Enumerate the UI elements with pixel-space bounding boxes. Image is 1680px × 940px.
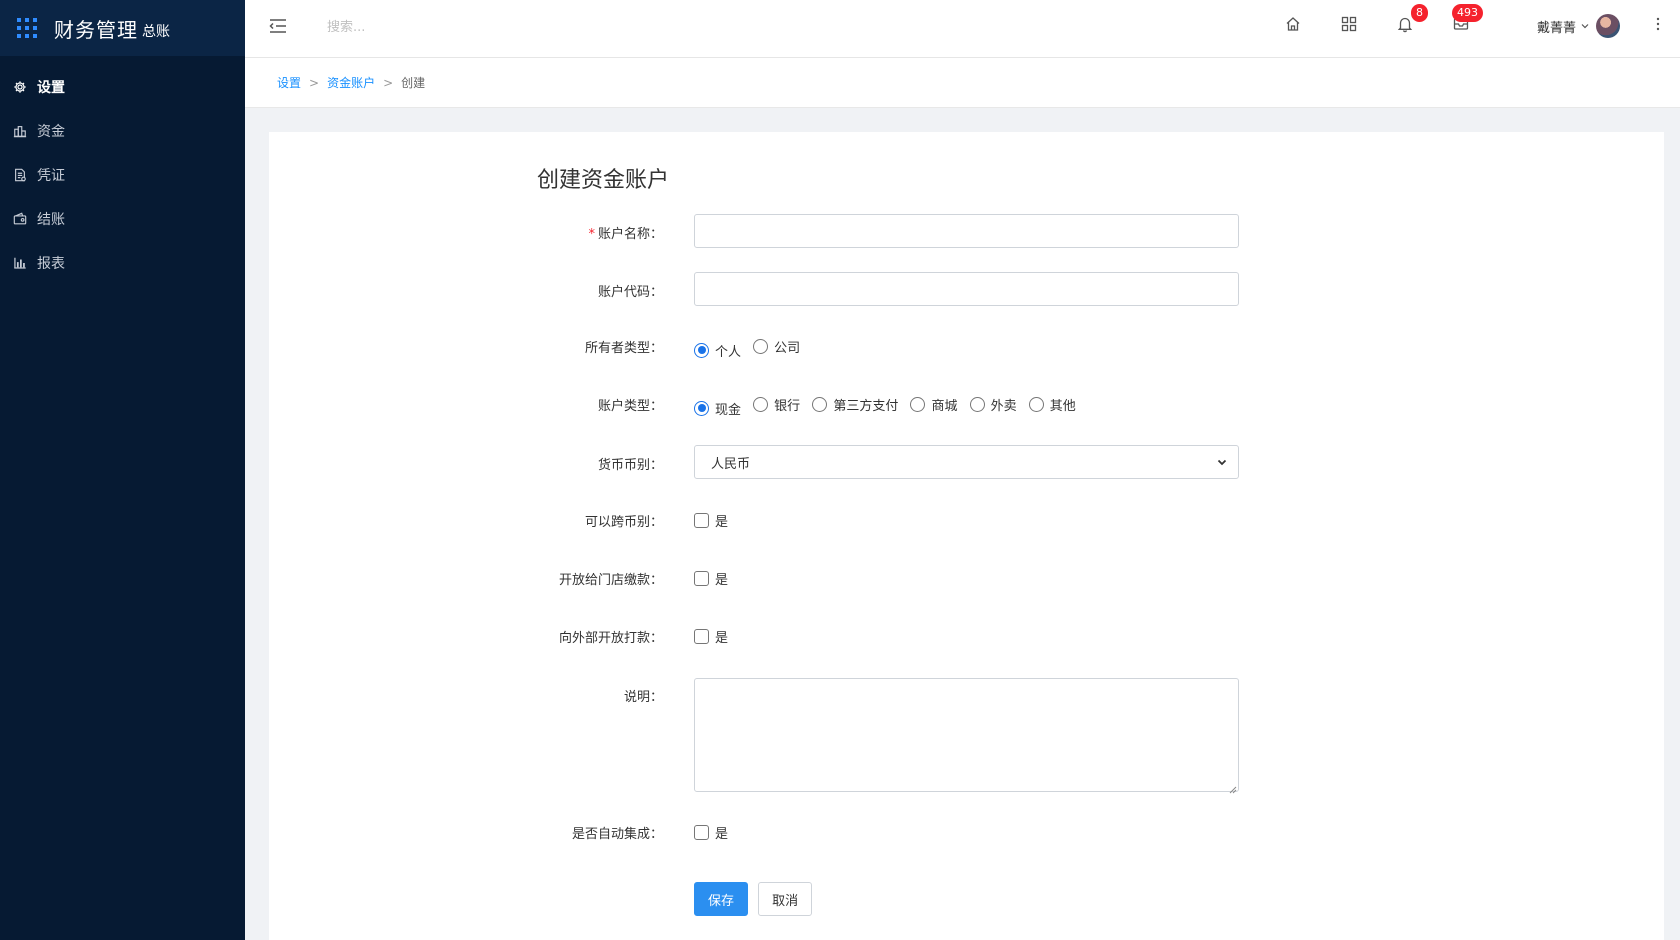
owner-type-label: 所有者类型：	[584, 341, 663, 356]
account-type-bank[interactable]: 银行	[753, 395, 800, 414]
topbar: 8 493 戴菁菁	[245, 0, 1680, 58]
account-type-radio-group: 现金 银行 第三方支付 商城 外卖 其他	[694, 395, 1084, 418]
account-code-input[interactable]	[694, 272, 1239, 306]
wallet-icon	[13, 212, 27, 226]
sidebar-item-funds[interactable]: 资金	[0, 109, 245, 153]
form-card: 创建资金账户 * 账户名称： 账户代码： 所有者类型： 个人 公司 账户类型： 现…	[269, 132, 1664, 940]
menu-toggle-icon[interactable]	[268, 16, 288, 36]
user-menu[interactable]: 戴菁菁	[1537, 14, 1621, 38]
breadcrumb-current: 创建	[401, 76, 426, 90]
auto-integrate-checkbox[interactable]: 是	[694, 823, 728, 842]
breadcrumb-settings[interactable]: 设置	[277, 74, 301, 91]
radio-unchecked[interactable]	[1028, 397, 1044, 412]
account-type-other[interactable]: 其他	[1028, 395, 1076, 414]
store-payment-checkbox[interactable]: 是	[694, 569, 728, 588]
currency-selected-value: 人民币	[711, 456, 751, 472]
user-name: 戴菁菁	[1537, 20, 1577, 36]
owner-type-personal[interactable]: 个人	[694, 341, 741, 360]
radio-unchecked[interactable]	[969, 397, 985, 412]
checkbox[interactable]	[694, 513, 709, 528]
account-type-third-party[interactable]: 第三方支付	[812, 395, 898, 414]
sidebar-item-label: 资金	[37, 124, 65, 140]
funds-icon	[13, 124, 27, 138]
save-button[interactable]: 保存	[694, 882, 748, 916]
sidebar-item-label: 结账	[37, 212, 65, 228]
sidebar: 财务管理 总账 设置 资金 凭证 结账 报表	[0, 0, 245, 940]
cancel-button[interactable]: 取消	[758, 882, 813, 916]
sidebar-item-label: 设置	[37, 80, 65, 96]
gear-icon	[13, 80, 27, 94]
sidebar-item-voucher[interactable]: 凭证	[0, 153, 245, 197]
required-asterisk: *	[588, 227, 595, 242]
breadcrumb-separator: >	[309, 75, 320, 90]
breadcrumb-separator: >	[383, 75, 394, 90]
notification-badge: 8	[1411, 4, 1428, 22]
radio-checked[interactable]	[694, 342, 709, 358]
currency-label: 货币币别：	[597, 458, 663, 473]
store-payment-label: 开放给门店缴款：	[558, 573, 663, 588]
checkbox[interactable]	[694, 629, 709, 644]
page-title: 创建资金账户	[537, 168, 670, 193]
brand-title: 财务管理	[54, 17, 138, 42]
bar-chart-icon	[13, 256, 27, 270]
resize-grip-icon[interactable]	[1229, 786, 1237, 794]
breadcrumb: 设置 > 资金账户 > 创建	[245, 58, 1680, 108]
account-type-mall[interactable]: 商城	[910, 395, 957, 414]
currency-select[interactable]: 人民币	[694, 445, 1239, 479]
voucher-icon	[13, 168, 27, 182]
account-type-label: 账户类型：	[597, 399, 663, 414]
search-input[interactable]	[327, 16, 547, 38]
breadcrumb-fund-accounts[interactable]: 资金账户	[327, 74, 375, 91]
cross-currency-label: 可以跨币别：	[584, 515, 663, 530]
external-payment-label: 向外部开放打款：	[558, 631, 663, 646]
more-vertical-icon[interactable]	[1653, 15, 1663, 33]
external-payment-checkbox[interactable]: 是	[694, 627, 728, 646]
avatar[interactable]	[1596, 14, 1621, 38]
description-label: 说明：	[623, 690, 663, 705]
cross-currency-checkbox[interactable]: 是	[694, 511, 728, 530]
account-code-label: 账户代码：	[597, 285, 663, 300]
apps-grid-icon[interactable]	[17, 18, 37, 38]
account-name-input[interactable]	[694, 214, 1239, 248]
radio-unchecked[interactable]	[753, 339, 769, 354]
radio-unchecked[interactable]	[812, 397, 828, 412]
checkbox[interactable]	[694, 825, 709, 840]
auto-integrate-label: 是否自动集成：	[571, 827, 663, 842]
message-badge: 493	[1452, 4, 1483, 22]
sidebar-item-reports[interactable]: 报表	[0, 241, 245, 285]
sidebar-item-label: 报表	[37, 256, 65, 272]
chevron-down-icon	[1217, 459, 1227, 466]
account-type-cash[interactable]: 现金	[694, 399, 741, 418]
sidebar-item-settings[interactable]: 设置	[0, 65, 245, 109]
description-wrapper	[694, 678, 1239, 796]
sidebar-nav: 设置 资金 凭证 结账 报表	[0, 65, 245, 285]
description-textarea[interactable]	[694, 678, 1239, 792]
radio-unchecked[interactable]	[753, 397, 769, 412]
brand-subtitle: 总账	[142, 24, 170, 40]
checkbox[interactable]	[694, 571, 709, 586]
sidebar-item-closing[interactable]: 结账	[0, 197, 245, 241]
sidebar-item-label: 凭证	[37, 168, 65, 184]
button-group: 保存 取消	[694, 882, 818, 916]
brand: 财务管理 总账	[0, 0, 245, 56]
account-name-label: * 账户名称：	[588, 227, 663, 242]
account-type-takeout[interactable]: 外卖	[969, 395, 1017, 414]
apps-icon[interactable]	[1340, 15, 1358, 33]
radio-unchecked[interactable]	[910, 397, 926, 412]
owner-type-radio-group: 个人 公司	[694, 337, 808, 360]
home-icon[interactable]	[1284, 15, 1302, 33]
owner-type-company[interactable]: 公司	[753, 337, 800, 356]
chevron-down-icon	[1581, 24, 1589, 29]
radio-checked[interactable]	[694, 400, 709, 416]
